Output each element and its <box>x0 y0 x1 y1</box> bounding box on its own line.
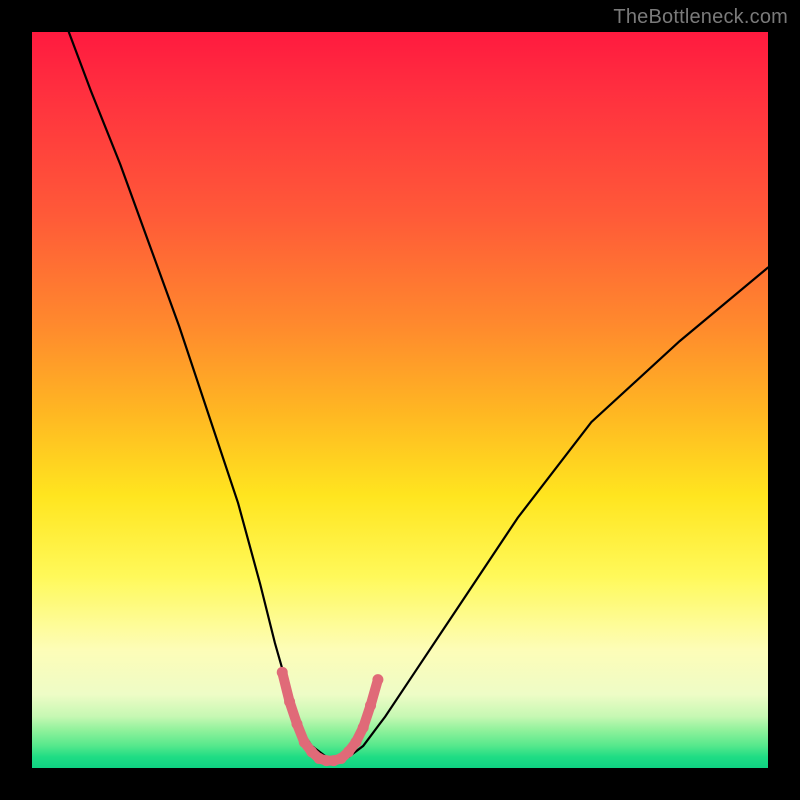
highlight-dot <box>277 667 288 678</box>
highlight-dot <box>284 696 295 707</box>
highlight-dot <box>372 674 383 685</box>
minimum-highlight <box>282 672 378 760</box>
plot-area <box>32 32 768 768</box>
watermark-text: TheBottleneck.com <box>613 6 788 29</box>
chart-frame: TheBottleneck.com <box>0 0 800 800</box>
highlight-dot <box>299 737 310 748</box>
bottleneck-curve <box>69 32 768 761</box>
highlight-dot <box>365 700 376 711</box>
highlight-dot <box>291 718 302 729</box>
highlight-dot <box>350 737 361 748</box>
curve-layer <box>32 32 768 768</box>
highlight-dot <box>343 746 354 757</box>
highlight-dot <box>358 722 369 733</box>
